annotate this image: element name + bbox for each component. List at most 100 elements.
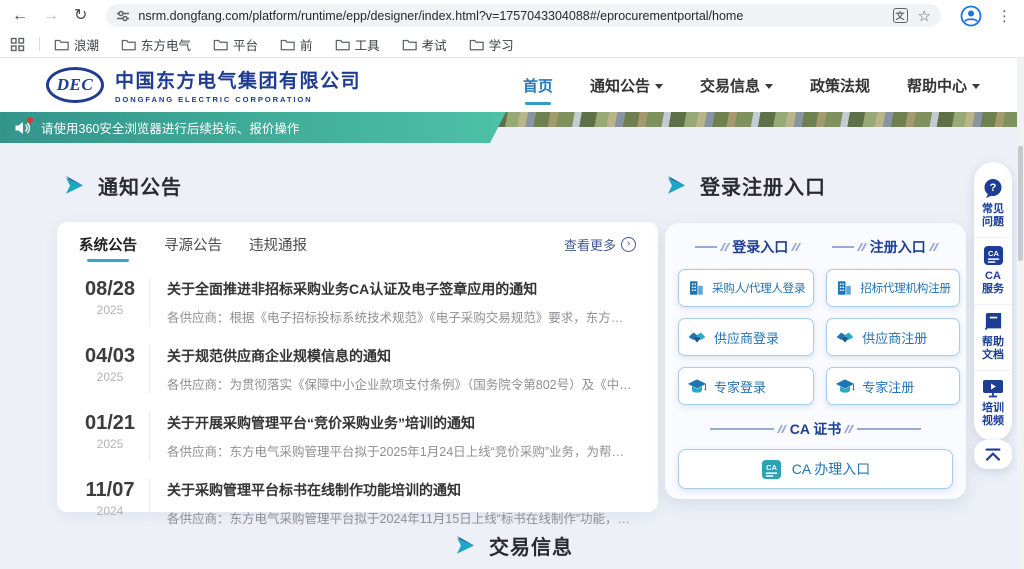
ca-badge-icon: CA xyxy=(983,245,1004,266)
notices-section-heading: 通知公告 xyxy=(64,171,182,200)
expert-login-button[interactable]: 专家登录 xyxy=(678,367,814,405)
notice-summary: 各供应商：根据《电子招标投标系统技术规范》《电子采购交易规范》要求，东方电气采购… xyxy=(167,307,634,326)
notice-year: 2025 xyxy=(81,303,139,317)
notice-title[interactable]: 关于开展采购管理平台“竞价采购业务”培训的通知 xyxy=(167,413,634,433)
bookmark-folder[interactable]: 浪潮 xyxy=(54,35,99,54)
back-button[interactable]: ← xyxy=(12,8,28,24)
rail-help-docs[interactable]: 帮助文档 xyxy=(974,304,1012,370)
nav-help-center[interactable]: 帮助中心 xyxy=(907,75,980,96)
notice-date: 11/07 xyxy=(81,479,139,502)
rail-ca-service[interactable]: CA CA服务 xyxy=(974,237,1012,304)
expert-register-button[interactable]: 专家注册 xyxy=(826,367,959,405)
tab-system-notices[interactable]: 系统公告 xyxy=(79,234,137,255)
bookmark-folder[interactable]: 学习 xyxy=(469,35,514,54)
supplier-register-button[interactable]: 供应商注册 xyxy=(826,318,959,356)
login-section-heading: 登录注册入口 xyxy=(666,171,826,200)
company-name-en: DONGFANG ELECTRIC CORPORATION xyxy=(115,95,361,104)
nav-policies[interactable]: 政策法规 xyxy=(810,75,870,96)
building-icon xyxy=(835,279,853,297)
view-more-link[interactable]: 查看更多 › xyxy=(564,235,636,254)
browser-chrome: ← → ↻ nsrm.dongfang.com/platform/runtime… xyxy=(0,0,1024,58)
notice-year: 2024 xyxy=(81,504,139,518)
folder-icon xyxy=(335,38,350,51)
circle-arrow-icon: › xyxy=(621,237,636,252)
notice-item[interactable]: 01/21 2025 关于开展采购管理平台“竞价采购业务”培训的通知 各供应商：… xyxy=(79,403,636,470)
register-entry-header: 注册入口 xyxy=(816,237,954,257)
handshake-icon xyxy=(687,329,707,346)
page-scrollbar[interactable] xyxy=(1017,58,1024,569)
bookmarks-bar: 浪潮 东方电气 平台 前 工具 考试 学习 xyxy=(0,31,1024,58)
bookmark-folder[interactable]: 平台 xyxy=(213,35,258,54)
speaker-icon xyxy=(14,120,32,136)
bookmark-folder[interactable]: 东方电气 xyxy=(121,35,191,54)
handshake-icon xyxy=(835,329,855,346)
notice-year: 2025 xyxy=(81,370,139,384)
notice-date: 01/21 xyxy=(81,412,139,435)
section-title: 通知公告 xyxy=(98,171,182,200)
notice-item[interactable]: 11/07 2024 关于采购管理平台标书在线制作功能培训的通知 各供应商：东方… xyxy=(79,470,636,537)
company-name: 中国东方电气集团有限公司 DONGFANG ELECTRIC CORPORATI… xyxy=(115,66,361,104)
supplier-login-button[interactable]: 供应商登录 xyxy=(678,318,814,356)
url-text[interactable]: nsrm.dongfang.com/platform/runtime/epp/d… xyxy=(138,9,884,23)
company-name-cn: 中国东方电气集团有限公司 xyxy=(115,66,361,93)
section-title: 交易信息 xyxy=(489,531,573,560)
purchaser-agent-login-button[interactable]: 采购人/代理人登录 xyxy=(678,269,814,307)
nav-notices[interactable]: 通知公告 xyxy=(590,75,663,96)
folder-icon xyxy=(213,38,228,51)
profile-avatar-icon[interactable] xyxy=(960,5,982,27)
svg-text:?: ? xyxy=(990,182,997,194)
notice-item[interactable]: 08/28 2025 关于全面推进非招标采购业务CA认证及电子签章应用的通知 各… xyxy=(79,269,636,336)
notice-summary: 各供应商：东方电气采购管理平台拟于2025年1月24日上线“竞价采购”业务，为帮… xyxy=(167,441,634,460)
marquee-text: 请使用360安全浏览器进行后续投标、报价操作 xyxy=(41,118,299,137)
ca-badge-icon: CA xyxy=(761,459,782,480)
bookmark-folder[interactable]: 考试 xyxy=(402,35,447,54)
nav-home[interactable]: 首页 xyxy=(523,75,553,96)
folder-icon xyxy=(121,38,136,51)
alert-dot xyxy=(27,117,33,123)
forward-button[interactable]: → xyxy=(43,8,59,24)
bookmark-folder[interactable]: 工具 xyxy=(335,35,380,54)
rail-faq[interactable]: ? 常见问题 xyxy=(974,171,1012,237)
arrow-to-top-icon xyxy=(983,447,1003,463)
chevron-down-icon xyxy=(972,84,980,89)
notice-summary: 各供应商：为贯彻落实《保障中小企业款项支付条例》（国务院令第802号）及《中小企… xyxy=(167,374,634,393)
browser-toolbar: ← → ↻ nsrm.dongfang.com/platform/runtime… xyxy=(0,0,1024,31)
ca-apply-button[interactable]: CA CA 办理入口 xyxy=(678,449,953,489)
folder-icon xyxy=(402,38,417,51)
browser-warning-marquee: 请使用360安全浏览器进行后续投标、报价操作 xyxy=(0,112,506,143)
bookmark-star-icon[interactable]: ☆ xyxy=(918,7,931,25)
folder-icon xyxy=(469,38,484,51)
reload-button[interactable]: ↻ xyxy=(74,8,87,24)
main-nav: 首页 通知公告 交易信息 政策法规 帮助中心 xyxy=(523,75,980,96)
scrollbar-thumb[interactable] xyxy=(1018,146,1023,261)
translate-icon[interactable]: 文 xyxy=(893,8,908,23)
back-to-top-button[interactable] xyxy=(974,440,1012,469)
browser-menu-icon[interactable]: ⋮ xyxy=(997,7,1012,25)
bookmarks-divider xyxy=(39,37,40,51)
notice-title[interactable]: 关于采购管理平台标书在线制作功能培训的通知 xyxy=(167,480,634,500)
tab-violation-reports[interactable]: 违规通报 xyxy=(249,234,307,255)
site-settings-icon[interactable] xyxy=(116,9,130,23)
notice-summary: 各供应商：东方电气采购管理平台拟于2024年11月15日上线“标书在线制作”功能… xyxy=(167,508,634,527)
notice-date: 04/03 xyxy=(81,345,139,368)
folder-icon xyxy=(280,38,295,51)
portal-buttons: 采购人/代理人登录 招标代理机构注册 供应商登录 供应商注册 专家登录 专家注册 xyxy=(678,269,953,405)
floating-help-rail: ? 常见问题 CA CA服务 帮助文档 培训视频 xyxy=(974,162,1012,441)
screen: ← → ↻ nsrm.dongfang.com/platform/runtime… xyxy=(0,0,1024,569)
notices-tabs: 系统公告 寻源公告 违规通报 查看更多 › xyxy=(79,222,636,266)
chevron-down-icon xyxy=(765,84,773,89)
notice-item[interactable]: 04/03 2025 关于规范供应商企业规模信息的通知 各供应商：为贯彻落实《保… xyxy=(79,336,636,403)
bidding-agency-register-button[interactable]: 招标代理机构注册 xyxy=(826,269,959,307)
apps-grid-icon[interactable] xyxy=(10,37,25,52)
section-arrow-icon xyxy=(64,176,85,195)
dec-logo[interactable]: DEC xyxy=(46,67,104,103)
section-title: 登录注册入口 xyxy=(700,171,826,200)
bookmark-folder[interactable]: 前 xyxy=(280,35,313,54)
address-bar[interactable]: nsrm.dongfang.com/platform/runtime/epp/d… xyxy=(106,4,941,27)
notice-title[interactable]: 关于规范供应商企业规模信息的通知 xyxy=(167,346,634,366)
rail-training-videos[interactable]: 培训视频 xyxy=(974,370,1012,436)
notice-title[interactable]: 关于全面推进非招标采购业务CA认证及电子签章应用的通知 xyxy=(167,279,634,299)
tab-sourcing-notices[interactable]: 寻源公告 xyxy=(164,234,222,255)
login-register-panel: 登录入口 注册入口 采购人/代理人登录 招标代理机构注册 供应商登录 xyxy=(665,223,966,499)
nav-trade-info[interactable]: 交易信息 xyxy=(700,75,773,96)
